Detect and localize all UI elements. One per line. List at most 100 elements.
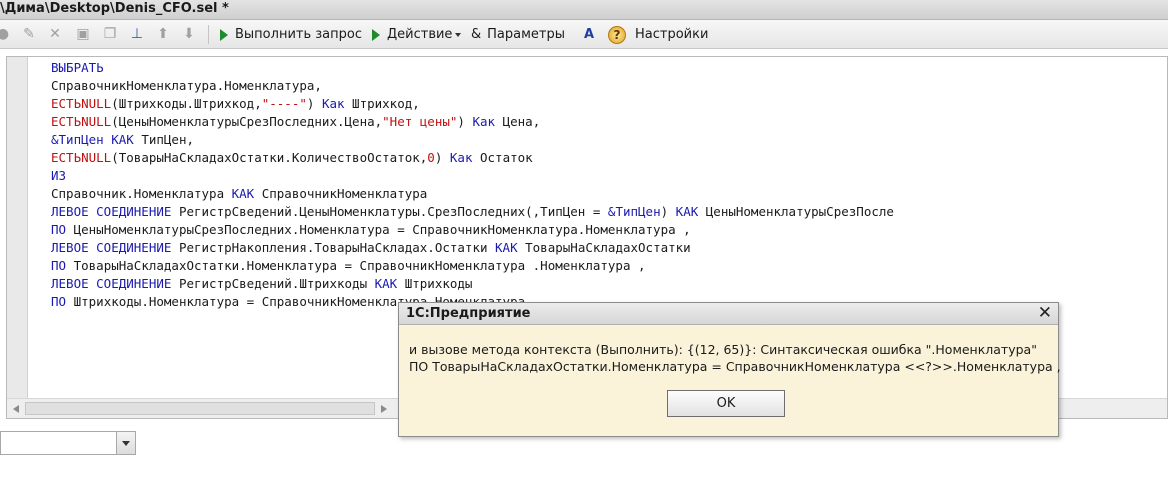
text-format-icon[interactable]: A — [580, 25, 598, 43]
code-token: &ТипЦен — [607, 204, 661, 219]
code-line[interactable]: ИЗ — [51, 167, 894, 185]
code-line[interactable]: ЕСТЬNULL(ЦеныНоменклатурыСрезПоследних.Ц… — [51, 113, 894, 131]
code-token: ПО — [51, 222, 67, 237]
window-title: \Дима\Desktop\Denis_CFO.sel * — [0, 1, 229, 16]
code-token: ТипЦен, — [133, 132, 195, 147]
code-token: ЕСТЬNULL — [51, 150, 112, 165]
play-icon — [220, 28, 228, 41]
code-token: "Нет цены" — [382, 114, 458, 129]
code-token: КАК — [675, 204, 699, 219]
copy-icon[interactable]: ❐ — [101, 25, 119, 43]
chevron-down-icon — [122, 440, 130, 446]
code-token: Как — [472, 114, 496, 129]
code-token: КАК — [374, 276, 398, 291]
code-token: СправочникНоменклатура.Номенклатура, — [51, 78, 322, 93]
code-token: СправочникНоменклатура — [254, 186, 428, 201]
error-message: и вызове метода контекста (Выполнить): {… — [409, 341, 1061, 375]
settings-label: Настройки — [635, 27, 709, 42]
code-token: ) — [660, 204, 676, 219]
code-token: Остаток — [472, 150, 533, 165]
code-line[interactable]: ЛЕВОЕ СОЕДИНЕНИЕ РегистрСведений.Штрихко… — [51, 275, 894, 293]
code-token: ЕСТЬNULL — [51, 114, 112, 129]
code-token: ТоварыНаСкладахОстатки.Номенклатура = Сп… — [66, 258, 646, 273]
code-line[interactable]: &ТипЦен КАК ТипЦен, — [51, 131, 894, 149]
actions-label: Действие — [387, 27, 453, 42]
code-line[interactable]: ПО ЦеныНоменклатурыСрезПоследних.Номенкл… — [51, 221, 894, 239]
save-icon[interactable]: ▣ — [74, 25, 92, 43]
code-line[interactable]: СправочникНоменклатура.Номенклатура, — [51, 77, 894, 95]
actions-button[interactable]: Действие — [372, 25, 462, 44]
code-token: ВЫБРАТЬ — [51, 60, 104, 75]
code-token: ИЗ — [51, 168, 67, 183]
dialog-title: 1С:Предприятие — [406, 306, 531, 321]
title-bar: \Дима\Desktop\Denis_CFO.sel * — [0, 0, 1168, 20]
code-token: ЕСТЬNULL — [51, 96, 112, 111]
code-token: ТоварыНаСкладахОстатки — [517, 240, 691, 255]
code-token: РегистрСведений.ЦеныНоменклатуры.СрезПос… — [171, 204, 608, 219]
code-token: КАК — [111, 132, 134, 147]
code-token: (ЦеныНоменклатурыСрезПоследних.Цена, — [111, 114, 383, 129]
code-token: ЛЕВОЕ СОЕДИНЕНИЕ — [51, 240, 172, 255]
code-line[interactable]: ЕСТЬNULL(ТоварыНаСкладахОстатки.Количест… — [51, 149, 894, 167]
code-token: 0 — [427, 150, 435, 165]
dropdown-button[interactable] — [116, 432, 135, 454]
error-message-line: и вызове метода контекста (Выполнить): {… — [409, 342, 1037, 357]
circle-icon[interactable]: ● — [0, 25, 12, 43]
code-token: Штрихкод, — [344, 96, 420, 111]
dialog-title-bar: 1С:Предприятие ✕ — [399, 303, 1058, 325]
code-token: Цена, — [495, 114, 541, 129]
error-dialog: 1С:Предприятие ✕ и вызове метода контекс… — [398, 302, 1061, 437]
code-token: ) — [434, 150, 450, 165]
parameters-label: Параметры — [487, 27, 565, 42]
code-line[interactable]: ПО ТоварыНаСкладахОстатки.Номенклатура =… — [51, 257, 894, 275]
code-token: Как — [321, 96, 345, 111]
result-combobox[interactable] — [0, 431, 136, 455]
code-token: ПО — [51, 258, 67, 273]
toolbar: ● ✎ ✕ ▣ ❐ ⊥ ⬆ ⬇ Выполнить запрос Действи… — [0, 20, 1168, 49]
play-icon — [372, 28, 380, 41]
scroll-left-icon[interactable] — [13, 405, 19, 413]
run-query-button[interactable]: Выполнить запрос — [220, 25, 362, 44]
code-line[interactable]: ВЫБРАТЬ — [51, 59, 894, 77]
code-token: РегистрСведений.Штрихкоды — [171, 276, 375, 291]
scrollbar-thumb[interactable] — [25, 402, 375, 415]
scroll-right-icon[interactable] — [381, 405, 387, 413]
code-token: &ТипЦен — [51, 132, 104, 147]
code-token: ЦеныНоменклатурыСрезПоследних.Номенклату… — [66, 222, 691, 237]
query-text[interactable]: ВЫБРАТЬ СправочникНоменклатура.Номенклату… — [51, 59, 894, 311]
ampersand-icon: & — [471, 27, 482, 42]
code-token: ПО — [51, 294, 67, 309]
code-token: КАК — [495, 240, 518, 255]
delete-icon[interactable]: ✕ — [46, 25, 64, 43]
editor-gutter — [7, 57, 28, 398]
close-icon[interactable]: ✕ — [1038, 303, 1052, 323]
arrow-down-icon[interactable]: ⬇ — [180, 25, 198, 43]
code-token: Штрихкоды — [397, 276, 473, 291]
pencil-icon[interactable]: ✎ — [20, 25, 38, 43]
parameters-button[interactable]: & Параметры — [471, 25, 565, 44]
code-token: ЛЕВОЕ СОЕДИНЕНИЕ — [51, 204, 172, 219]
code-token: "----" — [261, 96, 307, 111]
arrow-up-icon[interactable]: ⬆ — [154, 25, 172, 43]
code-token: ) — [306, 96, 322, 111]
code-token: ЛЕВОЕ СОЕДИНЕНИЕ — [51, 276, 172, 291]
help-icon: ? — [608, 25, 626, 44]
code-line[interactable]: ЕСТЬNULL(Штрихкоды.Штрихкод,"----") Как … — [51, 95, 894, 113]
chevron-down-icon — [455, 32, 462, 37]
code-token: (Штрихкоды.Штрихкод, — [111, 96, 262, 111]
settings-button[interactable]: ? Настройки — [608, 25, 708, 44]
code-token: ЦеныНоменклатурыСрезПосле — [698, 204, 894, 219]
toolbar-separator — [208, 25, 209, 44]
code-line[interactable]: ЛЕВОЕ СОЕДИНЕНИЕ РегистрСведений.ЦеныНом… — [51, 203, 894, 221]
code-token: ) — [457, 114, 473, 129]
ok-button[interactable]: OK — [667, 390, 785, 417]
code-token: Справочник.Номенклатура — [51, 186, 232, 201]
code-token: КАК — [231, 186, 255, 201]
run-query-label: Выполнить запрос — [235, 27, 362, 42]
hierarchy-icon[interactable]: ⊥ — [128, 25, 146, 43]
code-line[interactable]: Справочник.Номенклатура КАК СправочникНо… — [51, 185, 894, 203]
error-message-line: ПО ТоварыНаСкладахОстатки.Номенклатура =… — [409, 359, 1061, 374]
code-token: Как — [449, 150, 473, 165]
code-line[interactable]: ЛЕВОЕ СОЕДИНЕНИЕ РегистрНакопления.Товар… — [51, 239, 894, 257]
code-token: (ТоварыНаСкладахОстатки.КоличествоОстато… — [111, 150, 428, 165]
